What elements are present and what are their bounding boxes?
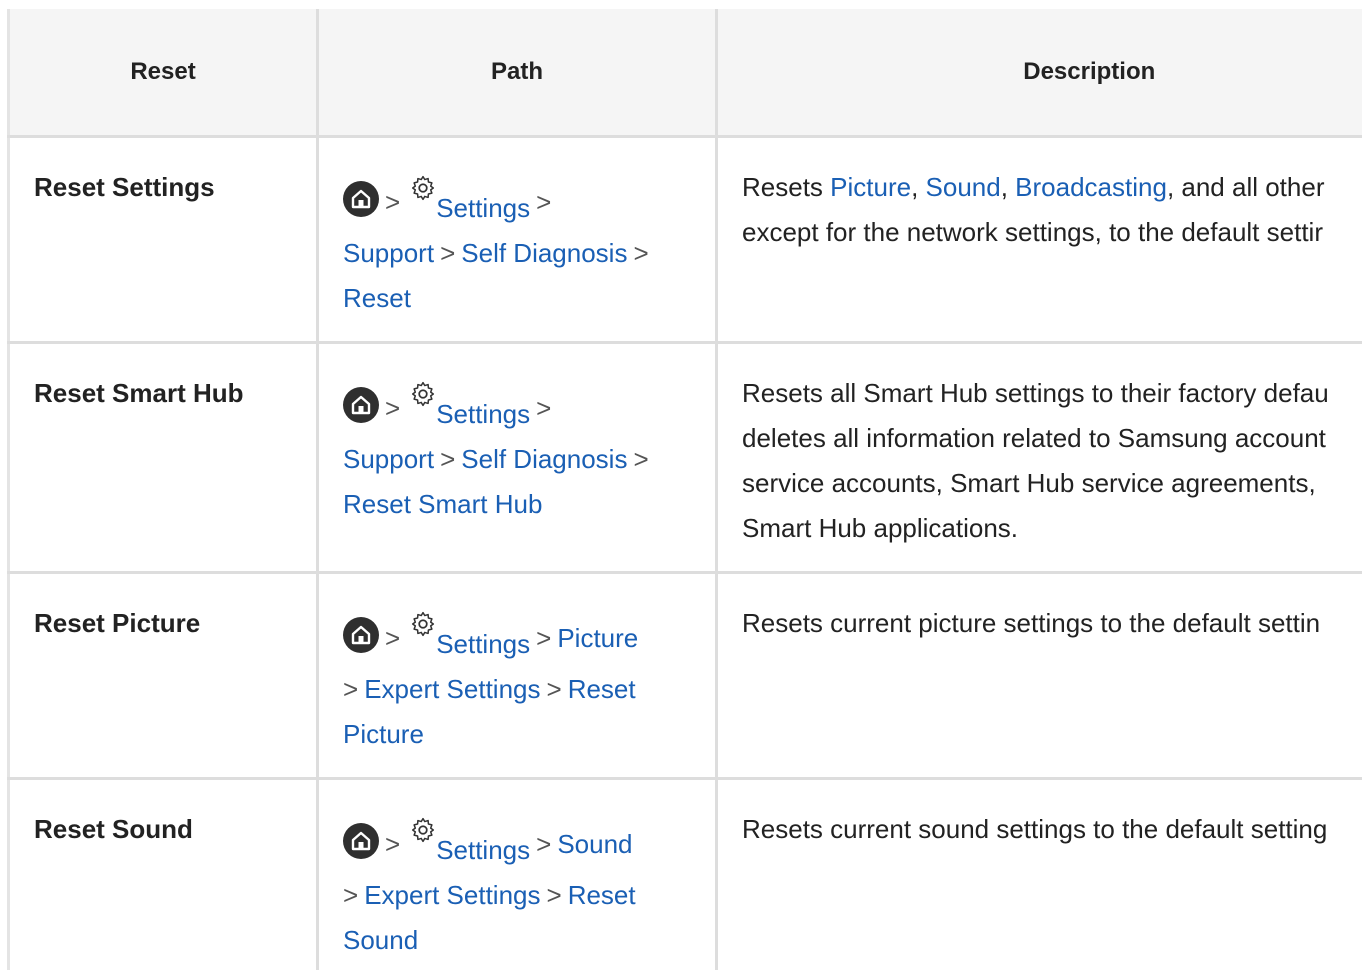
gear-icon bbox=[410, 812, 436, 857]
path-link-expert-settings[interactable]: Expert Settings bbox=[364, 674, 540, 704]
home-icon bbox=[343, 617, 379, 653]
path-separator: > bbox=[385, 393, 401, 423]
description-text: , bbox=[911, 172, 926, 202]
path-cell: > Settings > Support > Self Diagnosis > Reset bbox=[316, 136, 717, 344]
path-cell: > Settings > Picture > Expert Settings > Reset… bbox=[316, 572, 717, 780]
path-link-settings[interactable]: Settings bbox=[436, 193, 530, 223]
path-link-self-diagnosis[interactable]: Self Diagnosis bbox=[461, 238, 627, 268]
reset-name: Reset Sound bbox=[7, 778, 318, 970]
link-sound[interactable]: Sound bbox=[926, 172, 1001, 202]
home-icon bbox=[343, 387, 379, 423]
path-link-reset-sound[interactable]: Sound bbox=[343, 925, 418, 955]
path-separator: > bbox=[633, 444, 649, 474]
description-cell: Resets current sound settings to the def… bbox=[715, 778, 1362, 970]
path-link-expert-settings[interactable]: Expert Settings bbox=[364, 880, 540, 910]
header-reset: Reset bbox=[7, 9, 318, 138]
path-separator: > bbox=[633, 238, 649, 268]
description-text: Resets bbox=[742, 172, 831, 202]
reset-name: Reset Smart Hub bbox=[7, 342, 318, 574]
path-link-settings[interactable]: Settings bbox=[436, 835, 530, 865]
table-row: Reset Picture > Settings > Picture > Expert … bbox=[7, 572, 1362, 780]
header-path: Path bbox=[316, 9, 717, 138]
reset-table-container: Reset Path Description Reset Settings > S… bbox=[7, 9, 1362, 970]
path-link-reset-smart-hub[interactable]: Reset Smart Hub bbox=[343, 489, 542, 519]
description-line: deletes all information related to Samsu… bbox=[742, 423, 1326, 453]
header-description: Description bbox=[715, 9, 1362, 138]
path-cell: > Settings > Sound > Expert Settings > Reset S… bbox=[316, 778, 717, 970]
path-link-settings[interactable]: Settings bbox=[436, 629, 530, 659]
link-picture[interactable]: Picture bbox=[830, 172, 911, 202]
table-row: Reset Sound > Settings > Sound > Expert Sett… bbox=[7, 778, 1362, 970]
path-separator: > bbox=[343, 880, 359, 910]
description-line: except for the network settings, to the … bbox=[742, 217, 1323, 247]
path-separator: > bbox=[440, 444, 456, 474]
path-link-picture[interactable]: Picture bbox=[557, 623, 638, 653]
home-icon bbox=[343, 181, 379, 217]
path-link-reset-sound[interactable]: Reset bbox=[568, 880, 636, 910]
description-line: service accounts, Smart Hub service agre… bbox=[742, 468, 1316, 498]
reset-table: Reset Path Description Reset Settings > S… bbox=[7, 9, 1362, 970]
path-separator: > bbox=[385, 187, 401, 217]
gear-icon bbox=[410, 170, 436, 215]
path-link-reset-picture[interactable]: Reset bbox=[568, 674, 636, 704]
path-separator: > bbox=[546, 880, 562, 910]
path-cell: > Settings > Support > Self Diagnosis > Reset… bbox=[316, 342, 717, 574]
table-row: Reset Settings > Settings > Support > Self D… bbox=[7, 136, 1362, 344]
path-separator: > bbox=[385, 829, 401, 859]
description-cell: Resets Picture, Sound, Broadcasting, and… bbox=[715, 136, 1362, 344]
reset-name: Reset Settings bbox=[7, 136, 318, 344]
gear-icon bbox=[410, 606, 436, 651]
description-cell: Resets current picture settings to the d… bbox=[715, 572, 1362, 780]
path-link-self-diagnosis[interactable]: Self Diagnosis bbox=[461, 444, 627, 474]
path-link-settings[interactable]: Settings bbox=[436, 399, 530, 429]
table-header-row: Reset Path Description bbox=[7, 9, 1362, 138]
path-link-reset[interactable]: Reset bbox=[343, 283, 411, 313]
path-separator: > bbox=[536, 393, 552, 423]
path-separator: > bbox=[546, 674, 562, 704]
path-link-sound[interactable]: Sound bbox=[557, 829, 632, 859]
path-separator: > bbox=[385, 623, 401, 653]
description-line: Resets all Smart Hub settings to their f… bbox=[742, 378, 1329, 408]
path-separator: > bbox=[536, 187, 552, 217]
path-link-support[interactable]: Support bbox=[343, 238, 434, 268]
path-separator: > bbox=[536, 829, 552, 859]
path-link-support[interactable]: Support bbox=[343, 444, 434, 474]
description-text: , and all other bbox=[1166, 172, 1325, 202]
description-cell: Resets all Smart Hub settings to their f… bbox=[715, 342, 1362, 574]
home-icon bbox=[343, 823, 379, 859]
gear-icon bbox=[410, 376, 436, 421]
reset-name: Reset Picture bbox=[7, 572, 318, 780]
path-separator: > bbox=[343, 674, 359, 704]
path-separator: > bbox=[536, 623, 552, 653]
link-broadcasting[interactable]: Broadcasting bbox=[1015, 172, 1167, 202]
path-link-reset-picture[interactable]: Picture bbox=[343, 719, 424, 749]
path-separator: > bbox=[440, 238, 456, 268]
table-row: Reset Smart Hub > Settings > Support > Self … bbox=[7, 342, 1362, 574]
description-line: Smart Hub applications. bbox=[742, 513, 1019, 543]
description-line: Resets Picture, Sound, Broadcasting, and… bbox=[742, 165, 1362, 210]
description-line: Resets current sound settings to the def… bbox=[742, 814, 1328, 844]
description-line: Resets current picture settings to the d… bbox=[742, 608, 1321, 638]
description-text: , bbox=[1000, 172, 1016, 202]
